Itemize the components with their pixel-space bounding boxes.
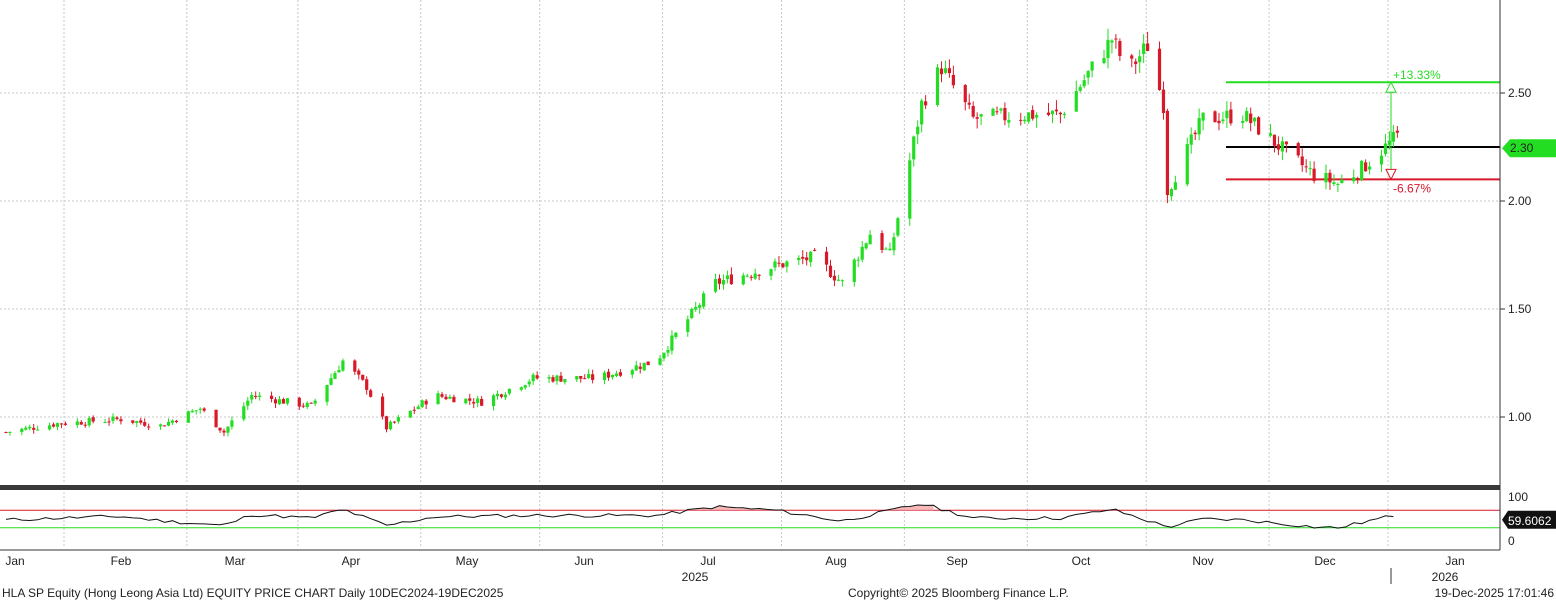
candle [690,307,694,320]
candle [1296,141,1300,158]
candle [646,361,650,366]
candle [642,362,646,372]
level-label-lower: -6.67% [1393,181,1431,195]
x-year-label: 2025 [682,570,709,584]
x-tick-label: Sep [946,554,968,568]
price-chart: +13.33% -6.67% 1.00 1.50 2.00 2.50 2.30 0 100 59… [0,0,1556,602]
candle [1157,41,1162,91]
candle [880,230,884,254]
candle [908,152,912,226]
candle [388,420,393,431]
candle [935,64,940,107]
x-tick-label: Dec [1314,554,1335,568]
candle [896,216,900,238]
y-tick-label: 2.00 [1508,194,1532,208]
x-year-label: 2026 [1432,570,1459,584]
x-tick-label: Apr [342,554,361,568]
level-label-upper: +13.33% [1393,68,1441,82]
x-tick-label: Jul [700,554,715,568]
y-tick-label: 1.00 [1508,410,1532,424]
candle [214,409,218,428]
candle [186,410,190,423]
candle [1257,116,1261,136]
x-tick-label: Jun [574,554,593,568]
x-tick-label: Feb [111,554,132,568]
rsi-last-label: 59.6062 [1508,514,1552,528]
candle [1185,137,1189,187]
x-tick-label: May [456,554,479,568]
candle [420,399,424,409]
candle [341,358,345,372]
candle [1360,159,1364,182]
footer-timestamp: 19-Dec-2025 17:01:46 [1435,586,1555,600]
x-tick-label: Jan [5,554,24,568]
rsi-tick-label: 0 [1508,534,1515,548]
y-tick-label: 2.50 [1508,86,1532,100]
rsi-tick-label: 100 [1508,490,1528,504]
x-tick-label: Jan [1445,554,1464,568]
candle [408,410,412,419]
x-tick-label: Mar [225,554,246,568]
y-tick-label: 1.50 [1508,302,1532,316]
candle [702,291,706,309]
candle [1165,108,1170,204]
last-price-label: 2.30 [1510,141,1534,155]
x-tick-label: Oct [1072,554,1091,568]
candle [1213,110,1217,123]
x-tick-label: Aug [825,554,846,568]
footer-copyright: Copyright© 2025 Bloomberg Finance L.P. [848,586,1069,600]
x-tick-label: Nov [1192,554,1213,568]
candle [380,393,385,420]
pane-divider [0,485,1500,490]
footer-chart-info: HLA SP Equity (Hong Leong Asia Ltd) EQUI… [2,586,504,600]
